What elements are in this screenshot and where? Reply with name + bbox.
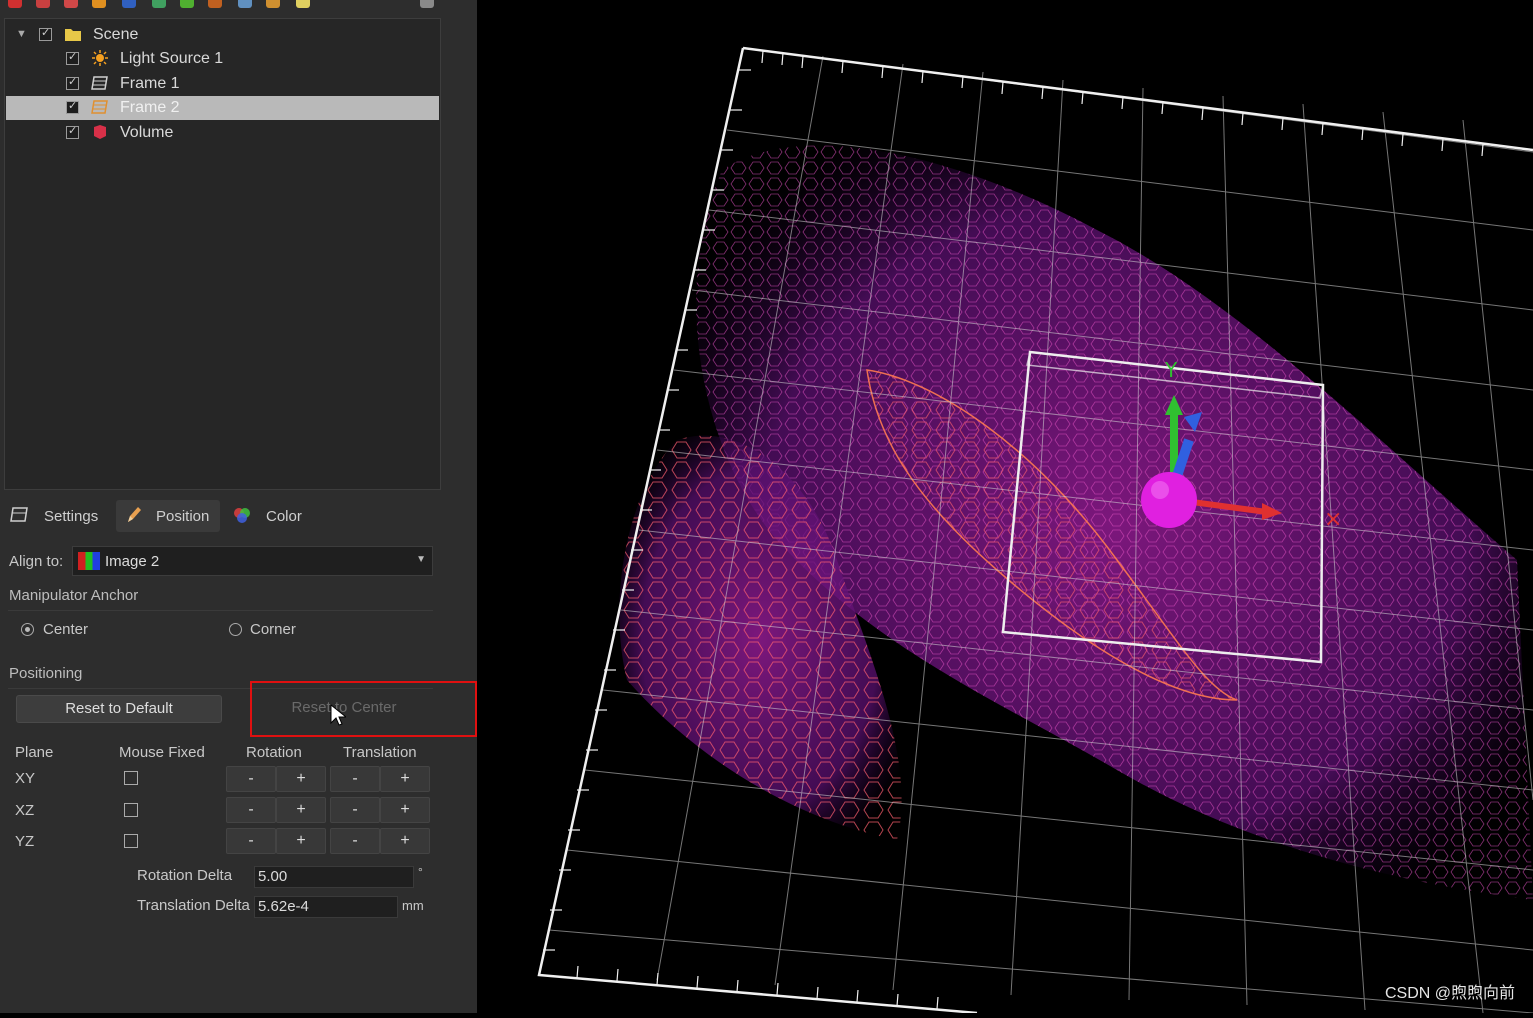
rotation-delta-input[interactable]: 5.00: [254, 866, 414, 888]
mouse-fixed-yz-checkbox[interactable]: [124, 834, 138, 848]
translation-header: Translation: [343, 744, 417, 761]
sphere-highlight: [1151, 481, 1169, 499]
pencil-icon: [128, 507, 141, 522]
align-to-dropdown[interactable]: Image 2 ▼: [72, 546, 433, 576]
divider: [8, 610, 433, 611]
manipulator-anchor-heading: Manipulator Anchor: [9, 587, 139, 604]
tree-checkbox[interactable]: [66, 50, 79, 65]
translation-xz-minus-button[interactable]: -: [330, 797, 380, 823]
tab-settings[interactable]: Settings: [4, 500, 112, 532]
degree-unit-label: °: [418, 865, 423, 879]
manipulator-center-sphere[interactable]: [1141, 472, 1197, 528]
y-axis-label: Y: [1164, 358, 1178, 382]
tab-label: Color: [266, 508, 302, 525]
frame-icon: [91, 76, 108, 90]
tool-icon-3[interactable]: [64, 0, 78, 8]
anchor-center-radio[interactable]: [21, 623, 34, 636]
mouse-fixed-xy-checkbox[interactable]: [124, 771, 138, 785]
left-panel: ▼ Scene Light Source 1 Frame 1 Frame 2 V…: [0, 0, 477, 1013]
tool-icon-12[interactable]: [420, 0, 434, 8]
3d-viewport[interactable]: × Y CSDN @煦煦向前: [477, 0, 1533, 1015]
translation-xz-plus-button[interactable]: +: [380, 797, 430, 823]
rotation-xy-plus-button[interactable]: +: [276, 766, 326, 792]
tab-color[interactable]: Color: [228, 500, 318, 532]
rotation-header: Rotation: [246, 744, 302, 761]
mouse-cursor-icon: [330, 704, 346, 726]
tree-item-scene[interactable]: ▼ Scene: [6, 23, 439, 47]
tree-item-light-source[interactable]: Light Source 1: [6, 47, 439, 71]
plane-yz-label: YZ: [15, 833, 35, 850]
tool-icon-4[interactable]: [92, 0, 106, 8]
frame-icon: [91, 100, 108, 114]
rotation-xz-minus-button[interactable]: -: [226, 797, 276, 823]
translation-delta-input[interactable]: 5.62e-4: [254, 896, 398, 918]
tree-checkbox[interactable]: [39, 26, 52, 41]
tree-item-volume[interactable]: Volume: [6, 121, 439, 145]
rotation-delta-label: Rotation Delta: [137, 867, 233, 884]
align-to-value: Image 2: [105, 553, 160, 570]
mouse-fixed-xz-checkbox[interactable]: [124, 803, 138, 817]
plane-xz-label: XZ: [15, 802, 35, 819]
positioning-heading: Positioning: [9, 665, 83, 682]
tool-icon-8[interactable]: [208, 0, 222, 8]
tree-checkbox[interactable]: [66, 99, 79, 114]
rotation-xy-minus-button[interactable]: -: [226, 766, 276, 792]
color-wheel-icon: [234, 508, 250, 523]
volume-render: × Y: [537, 46, 1533, 1015]
folder-icon: [65, 29, 81, 41]
tool-icon-5[interactable]: [122, 0, 136, 8]
watermark-text: CSDN @煦煦向前: [1384, 985, 1515, 1002]
image-channels-icon: [78, 552, 100, 570]
tab-position[interactable]: Position: [116, 500, 220, 532]
scene-tree: ▼ Scene Light Source 1 Frame 1 Frame 2 V…: [4, 18, 441, 490]
tool-icon-11[interactable]: [296, 0, 310, 8]
align-to-label: Align to:: [9, 553, 64, 570]
tab-label: Settings: [44, 508, 99, 525]
tree-item-label: Frame 1: [120, 75, 180, 92]
tool-icon-7[interactable]: [180, 0, 194, 8]
plane-xy-label: XY: [15, 770, 36, 787]
rotation-yz-plus-button[interactable]: +: [276, 828, 326, 854]
light-source-icon: [92, 50, 108, 66]
anchor-center-label: Center: [43, 621, 89, 638]
settings-icon: [10, 507, 28, 522]
tab-bar: Settings Position Color: [0, 500, 477, 532]
tree-checkbox[interactable]: [66, 75, 79, 90]
chevron-down-icon: ▼: [416, 554, 426, 565]
expand-arrow-icon[interactable]: ▼: [16, 28, 27, 40]
translation-yz-minus-button[interactable]: -: [330, 828, 380, 854]
mouse-fixed-header: Mouse Fixed: [119, 744, 205, 761]
tree-checkbox[interactable]: [66, 124, 79, 139]
translation-xy-plus-button[interactable]: +: [380, 766, 430, 792]
toolbar: [0, 0, 477, 14]
tab-label: Position: [156, 508, 210, 525]
tool-icon-10[interactable]: [266, 0, 280, 8]
anchor-corner-label: Corner: [250, 621, 296, 638]
translation-yz-plus-button[interactable]: +: [380, 828, 430, 854]
tree-item-label: Light Source 1: [120, 50, 224, 67]
mm-unit-label: mm: [402, 898, 424, 913]
tree-item-label: Volume: [120, 124, 174, 141]
tool-icon-6[interactable]: [152, 0, 166, 8]
tool-icon-9[interactable]: [238, 0, 252, 8]
volume-icon: [94, 125, 106, 139]
tool-icon-2[interactable]: [36, 0, 50, 8]
tree-item-frame-1[interactable]: Frame 1: [6, 72, 439, 96]
rotation-yz-minus-button[interactable]: -: [226, 828, 276, 854]
rotation-xz-plus-button[interactable]: +: [276, 797, 326, 823]
translation-xy-minus-button[interactable]: -: [330, 766, 380, 792]
anchor-corner-radio[interactable]: [229, 623, 242, 636]
translation-delta-label: Translation Delta: [137, 897, 250, 914]
highlight-box: [250, 681, 477, 737]
x-axis-label-icon: ×: [1324, 507, 1342, 532]
tree-item-label: Scene: [93, 26, 139, 43]
tree-item-frame-2[interactable]: Frame 2: [6, 96, 439, 120]
tool-icon-1[interactable]: [8, 0, 22, 8]
plane-header: Plane: [15, 744, 54, 761]
reset-to-default-button[interactable]: Reset to Default: [16, 695, 222, 723]
tree-item-label: Frame 2: [120, 99, 180, 116]
